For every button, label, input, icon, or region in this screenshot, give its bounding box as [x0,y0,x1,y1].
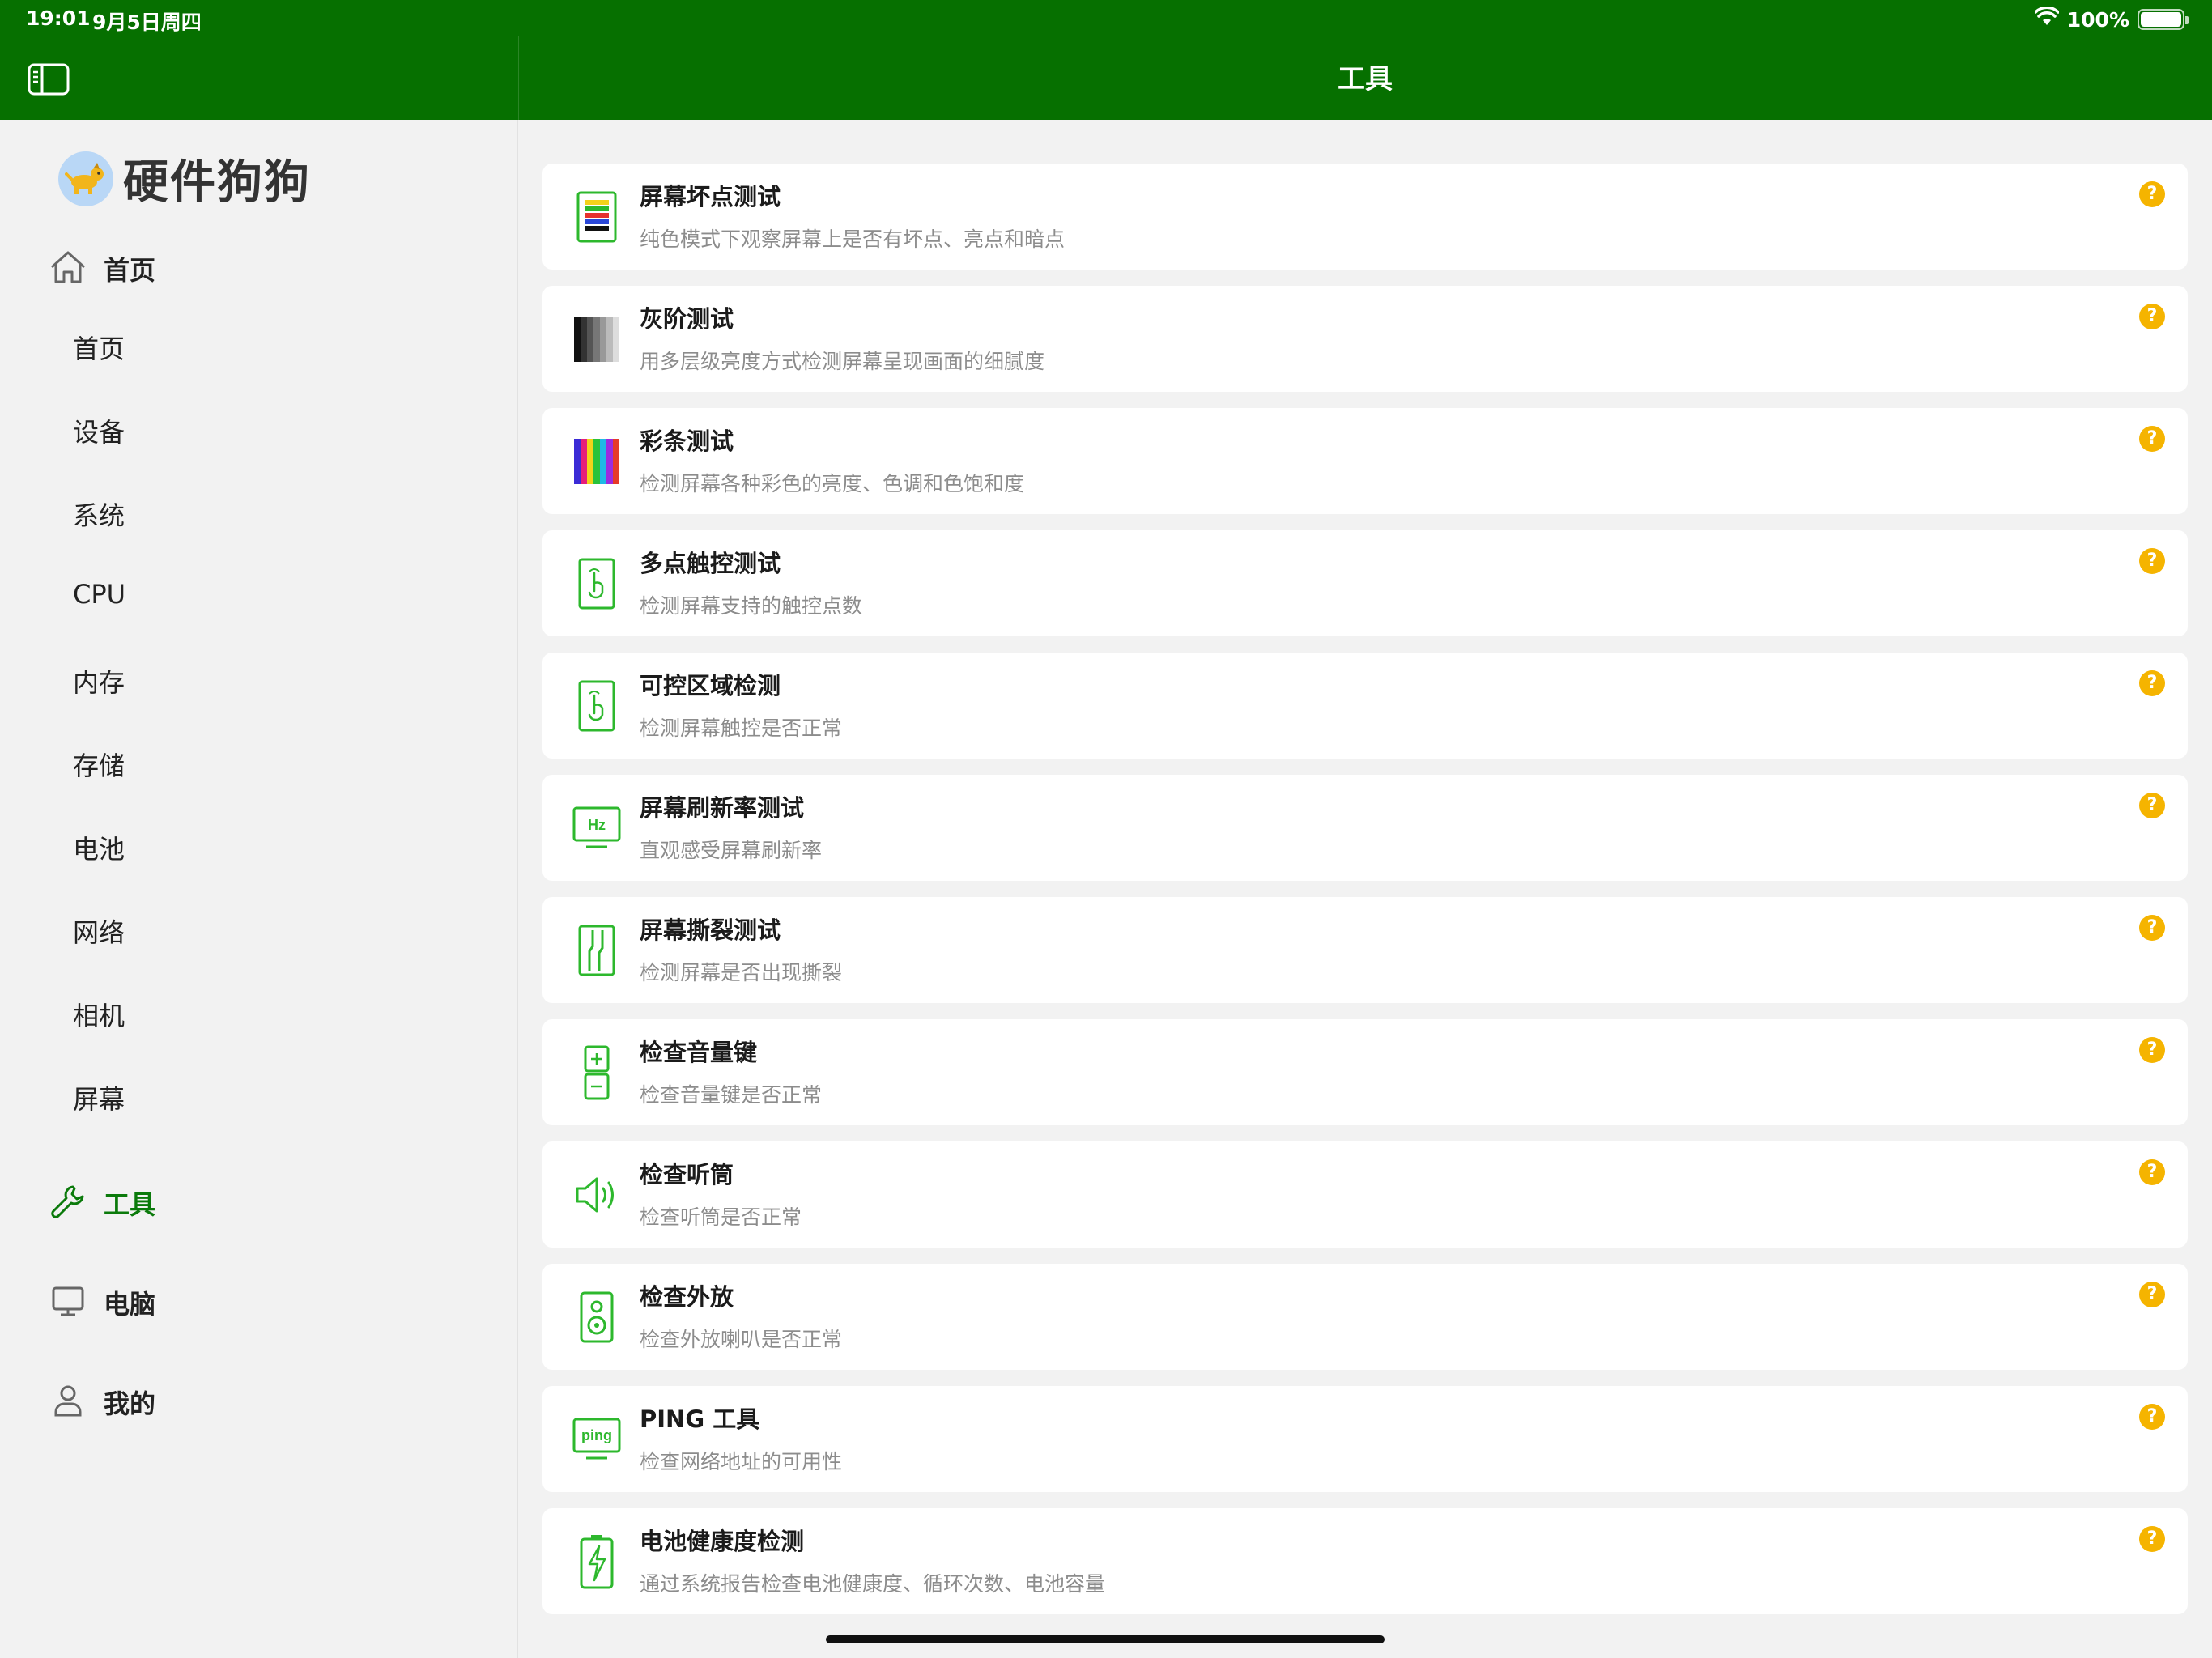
help-icon[interactable]: ? [2139,426,2165,452]
sidebar-item-memory[interactable]: 内存 [73,662,125,699]
tool-title: 电池健康度检测 [640,1528,805,1555]
tool-card-loudspeaker[interactable]: 检查外放 检查外放喇叭是否正常 ? [542,1264,2188,1370]
dog-logo-icon [58,151,113,206]
tool-card-color-bars[interactable]: 彩条测试 检测屏幕各种彩色的亮度、色调和色饱和度 ? [542,408,2188,514]
battery-icon [2138,9,2189,30]
tool-title: 检查外放 [640,1283,734,1311]
earpiece-icon [570,1168,623,1222]
tool-description: 检查外放喇叭是否正常 [640,1328,843,1351]
tool-card-refresh-rate[interactable]: Hz 屏幕刷新率测试 直观感受屏幕刷新率 ? [542,775,2188,881]
tool-description: 检测屏幕是否出现撕裂 [640,961,843,984]
status-date: 9月5日周四 [92,11,202,34]
sidebar-item-battery[interactable]: 电池 [73,829,125,866]
page-title: 工具 [1338,63,1393,96]
help-icon[interactable]: ? [2139,1526,2165,1552]
tool-card-screen-tearing[interactable]: 屏幕撕裂测试 检测屏幕是否出现撕裂 ? [542,897,2188,1003]
touch-area-icon [570,679,623,733]
tool-title: 屏幕坏点测试 [640,183,781,210]
tool-description: 检测屏幕各种彩色的亮度、色调和色饱和度 [640,472,1025,495]
tool-card-grayscale[interactable]: 灰阶测试 用多层级亮度方式检测屏幕呈现画面的细腻度 ? [542,286,2188,392]
tool-card-volume-keys[interactable]: 检查音量键 检查音量键是否正常 ? [542,1019,2188,1125]
help-icon[interactable]: ? [2139,793,2165,818]
sidebar: 硬件狗狗 首页 首页 设备 系统 CPU 内存 存储 电池 网络 相机 屏幕 工… [0,120,518,1658]
help-icon[interactable]: ? [2139,1037,2165,1063]
status-time: 19:01 [26,6,91,30]
nav-group-home-label: 首页 [104,255,156,286]
sidebar-toggle-icon[interactable] [28,63,71,96]
refresh-rate-icon-text: Hz [588,817,606,833]
tool-card-touch-area[interactable]: 可控区域检测 检测屏幕触控是否正常 ? [542,653,2188,759]
grayscale-icon [570,312,623,366]
battery-percent: 100% [2066,7,2129,32]
dead-pixel-icon [570,190,623,244]
loudspeaker-icon [570,1290,623,1344]
tool-description: 检测屏幕触控是否正常 [640,716,843,740]
app-header: 19:01 9月5日周四 100% 工具 [0,0,2212,120]
sidebar-item-network[interactable]: 网络 [73,912,125,950]
home-icon [49,249,87,288]
tool-title: 屏幕刷新率测试 [640,794,805,822]
nav-group-computer-label: 电脑 [104,1289,156,1320]
wifi-icon [2034,6,2060,32]
tool-description: 用多层级亮度方式检测屏幕呈现画面的细腻度 [640,350,1045,373]
nav-group-tools-label: 工具 [104,1189,156,1220]
tool-title: 检查听筒 [640,1161,734,1188]
help-icon[interactable]: ? [2139,670,2165,696]
tool-title: 屏幕撕裂测试 [640,916,781,944]
home-indicator[interactable] [826,1635,1385,1643]
tool-description: 检查网络地址的可用性 [640,1450,843,1473]
help-icon[interactable]: ? [2139,1159,2165,1185]
multi-touch-icon [570,557,623,610]
tool-description: 纯色模式下观察屏幕上是否有坏点、亮点和暗点 [640,227,1066,251]
help-icon[interactable]: ? [2139,1282,2165,1307]
battery-health-icon [570,1535,623,1589]
tool-card-battery-health[interactable]: 电池健康度检测 通过系统报告检查电池健康度、循环次数、电池容量 ? [542,1508,2188,1614]
ping-icon-text: ping [581,1427,612,1443]
nav-group-computer[interactable]: 电脑 [49,1282,155,1324]
nav-group-tools[interactable]: 工具 [49,1182,155,1224]
help-icon[interactable]: ? [2139,1404,2165,1430]
user-icon [49,1381,87,1423]
tool-title: PING 工具 [640,1405,760,1433]
tool-title: 多点触控测试 [640,550,781,577]
sidebar-item-system[interactable]: 系统 [73,495,125,533]
wrench-icon [49,1182,87,1224]
volume-keys-icon [570,1045,623,1100]
tool-description: 直观感受屏幕刷新率 [640,839,823,862]
tool-card-dead-pixel[interactable]: 屏幕坏点测试 纯色模式下观察屏幕上是否有坏点、亮点和暗点 ? [542,164,2188,270]
color-bars-icon [570,435,623,488]
tool-description: 检测屏幕支持的触控点数 [640,594,863,618]
tool-description: 检查听筒是否正常 [640,1205,802,1229]
tool-title: 检查音量键 [640,1039,758,1066]
app-logo: 硬件狗狗 [58,146,311,211]
nav-group-home[interactable]: 首页 [49,249,155,288]
tool-description: 检查音量键是否正常 [640,1083,823,1107]
help-icon[interactable]: ? [2139,304,2165,329]
tool-title: 彩条测试 [640,427,734,455]
ping-icon: ping [570,1413,623,1466]
sidebar-item-camera[interactable]: 相机 [73,996,125,1033]
tool-description: 通过系统报告检查电池健康度、循环次数、电池容量 [640,1572,1106,1596]
sidebar-item-home[interactable]: 首页 [73,329,125,366]
refresh-rate-icon: Hz [570,801,623,855]
nav-group-mine[interactable]: 我的 [49,1381,155,1423]
tool-title: 可控区域检测 [640,672,781,699]
tool-card-ping[interactable]: ping PING 工具 检查网络地址的可用性 ? [542,1386,2188,1492]
tool-title: 灰阶测试 [640,305,734,333]
monitor-icon [49,1282,87,1324]
help-icon[interactable]: ? [2139,181,2165,207]
help-icon[interactable]: ? [2139,548,2165,574]
help-icon[interactable]: ? [2139,915,2165,941]
sidebar-item-storage[interactable]: 存储 [73,746,125,783]
screen-tearing-icon [570,924,623,977]
sidebar-item-device[interactable]: 设备 [73,412,125,449]
sidebar-item-cpu[interactable]: CPU [73,579,125,610]
tools-list: 屏幕坏点测试 纯色模式下观察屏幕上是否有坏点、亮点和暗点 ? 灰阶测试 用多层级… [520,120,2212,1658]
tool-card-earpiece[interactable]: 检查听筒 检查听筒是否正常 ? [542,1141,2188,1248]
sidebar-item-screen[interactable]: 屏幕 [73,1079,125,1116]
nav-group-mine-label: 我的 [104,1388,156,1419]
tool-card-multi-touch[interactable]: 多点触控测试 检测屏幕支持的触控点数 ? [542,530,2188,636]
app-name: 硬件狗狗 [123,156,311,209]
status-indicators: 100% [2034,5,2189,34]
